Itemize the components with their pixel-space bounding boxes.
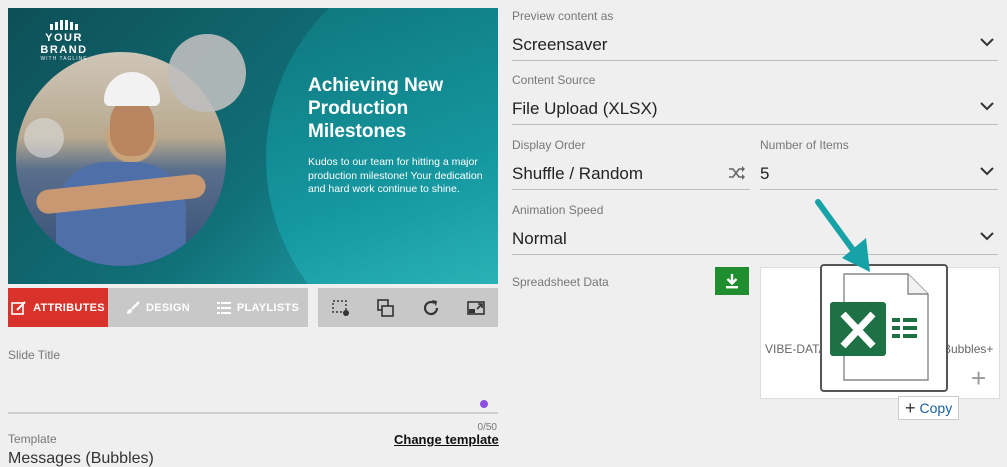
preview-headline: Achieving New Production Milestones (308, 75, 444, 142)
dragged-excel-file[interactable] (820, 264, 948, 392)
layers-icon (376, 298, 394, 317)
file-name-right: Bubbles+ (943, 342, 994, 356)
excel-file-icon (830, 273, 929, 381)
animation-speed-select[interactable]: Normal (512, 223, 998, 255)
crop-settings-button[interactable] (327, 294, 355, 322)
display-order-select[interactable]: Shuffle / Random (512, 158, 750, 190)
chevron-down-icon (980, 167, 994, 176)
display-order-label: Display Order (512, 138, 586, 152)
tab-attributes-label: ATTRIBUTES (33, 301, 105, 314)
number-of-items-value: 5 (760, 163, 770, 183)
brand-logo: YOUR BRAND WITH TAGLINE (22, 20, 106, 62)
refresh-icon (423, 299, 438, 315)
layers-button[interactable] (372, 294, 400, 322)
change-template-link[interactable]: Change template (394, 432, 499, 447)
refresh-button[interactable] (417, 294, 445, 322)
chevron-down-icon (980, 38, 994, 47)
add-file-icon[interactable]: + (971, 365, 986, 391)
edit-icon (11, 300, 26, 315)
resize-icon (466, 300, 485, 315)
plus-icon: + (905, 398, 916, 418)
decorative-bubble-small (24, 118, 64, 158)
download-template-button[interactable] (715, 267, 749, 295)
number-of-items-field: Number of Items 5 (760, 138, 998, 190)
chevron-down-icon (980, 232, 994, 241)
drag-arrow-icon (815, 199, 870, 272)
content-source-select[interactable]: File Upload (XLSX) (512, 93, 998, 125)
animation-speed-field: Animation Speed Normal (512, 203, 998, 255)
display-order-value: Shuffle / Random (512, 163, 644, 183)
number-of-items-label: Number of Items (760, 138, 849, 152)
preview-body: Kudos to our team for hitting a major pr… (308, 156, 483, 195)
resize-button[interactable] (462, 294, 490, 322)
preview-background-circle (266, 8, 498, 284)
brand-name: YOUR BRAND (40, 32, 88, 56)
preview-content-select[interactable]: Screensaver (512, 29, 998, 61)
brand-mark-icon (50, 20, 78, 30)
slide-title-label: Slide Title (8, 348, 61, 362)
tab-playlists[interactable]: PLAYLISTS (208, 288, 308, 327)
display-order-field: Display Order Shuffle / Random (512, 138, 750, 190)
spreadsheet-data-label: Spreadsheet Data (512, 275, 609, 289)
copy-tooltip: + Copy (898, 396, 960, 420)
download-icon (726, 274, 738, 289)
content-source-field: Content Source File Upload (XLSX) (512, 73, 998, 125)
tab-attributes[interactable]: ATTRIBUTES (8, 288, 108, 327)
template-label: Template (8, 432, 57, 446)
tab-playlists-label: PLAYLISTS (236, 301, 300, 314)
template-value: Messages (Bubbles) (8, 450, 154, 467)
preview-content-value: Screensaver (512, 34, 608, 54)
tab-design[interactable]: DESIGN (108, 288, 208, 327)
preview-toolbar (318, 288, 498, 327)
slide-title-input[interactable] (8, 362, 498, 414)
input-indicator-dot (480, 400, 488, 408)
crop-settings-icon (331, 299, 349, 316)
copy-tooltip-label: Copy (919, 400, 953, 416)
content-source-label: Content Source (512, 73, 596, 87)
shuffle-icon (729, 166, 745, 180)
content-source-value: File Upload (XLSX) (512, 98, 658, 118)
editor-tabs: ATTRIBUTES DESIGN PLAYLISTS (8, 288, 308, 327)
slide-preview: YOUR BRAND WITH TAGLINE Achieving New Pr… (8, 8, 498, 284)
brush-icon (127, 300, 140, 314)
preview-content-label: Preview content as (512, 9, 614, 23)
brand-tagline: WITH TAGLINE (40, 56, 88, 62)
list-icon (216, 301, 231, 314)
number-of-items-select[interactable]: 5 (760, 158, 998, 190)
animation-speed-value: Normal (512, 228, 567, 248)
chevron-down-icon (980, 102, 994, 111)
tab-design-label: DESIGN (146, 301, 190, 314)
preview-content-field: Preview content as Screensaver (512, 9, 998, 61)
file-name-left: VIBE-DATA (765, 342, 827, 356)
decorative-bubble (168, 34, 246, 112)
animation-speed-label: Animation Speed (512, 203, 604, 217)
